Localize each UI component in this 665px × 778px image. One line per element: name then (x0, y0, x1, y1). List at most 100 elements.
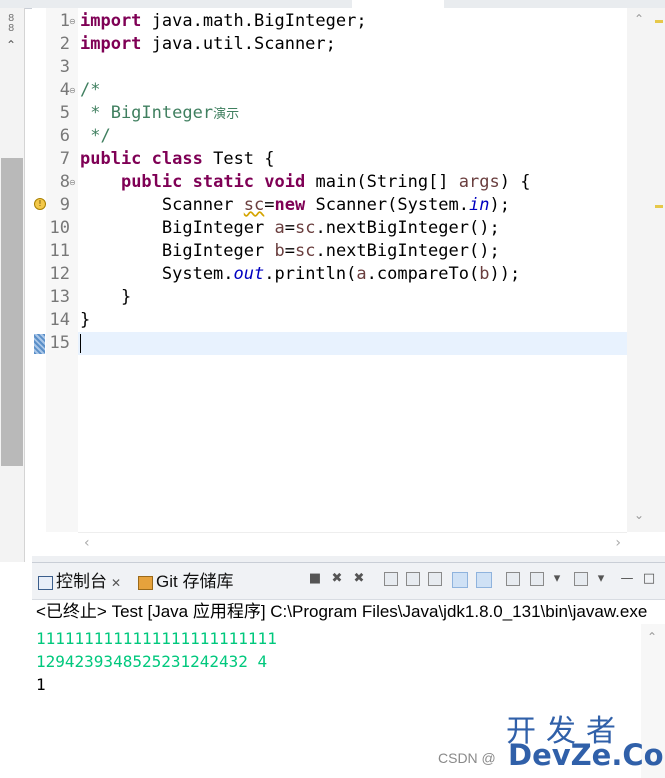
code-text: ) { (499, 172, 531, 192)
overview-mark[interactable] (655, 205, 663, 208)
console-input-line: 1294239348525231242432 4 (36, 652, 268, 671)
variable: b (274, 241, 285, 261)
code-text: .println( (264, 264, 357, 284)
line-number: 10 (49, 218, 70, 238)
code-line-2[interactable]: import java.util.Scanner; (80, 33, 336, 56)
line-number: 14 (49, 310, 70, 330)
line-number: 13 (49, 287, 70, 307)
restore-icon[interactable]: 88 (8, 14, 14, 34)
scroll-left-icon[interactable]: ‹ (84, 535, 90, 551)
minimize-icon[interactable]: — (620, 572, 634, 586)
word-wrap-icon[interactable] (428, 572, 442, 586)
code-line-13[interactable]: } (80, 286, 131, 309)
parameter: args (458, 172, 500, 192)
code-line-12[interactable]: System.out.println(a.compareTo(b)); (80, 263, 520, 286)
code-text: main(String[] (305, 172, 459, 192)
console-status-line: <已终止> Test [Java 应用程序] C:\Program Files\… (36, 602, 648, 621)
line-number: 15 (49, 333, 70, 353)
code-line-4[interactable]: /* (80, 79, 100, 102)
line-number: 12 (49, 264, 70, 284)
line-number: 1 (59, 11, 70, 31)
scroll-right-icon[interactable]: › (615, 535, 621, 551)
scroll-up-icon[interactable]: ⌃ (634, 12, 644, 26)
keyword: class (151, 149, 203, 169)
git-icon (138, 575, 153, 590)
show-on-stderr-icon[interactable] (476, 572, 492, 588)
line-number: 4 (59, 80, 70, 100)
keyword: public (80, 149, 142, 169)
code-text: )); (489, 264, 521, 284)
fold-toggle-icon[interactable]: ⊖ (69, 10, 76, 33)
pin-console-icon[interactable] (506, 572, 520, 586)
code-line-11[interactable]: BigInteger b=sc.nextBigInteger(); (80, 240, 500, 263)
tab-git-label: Git 存储库 (156, 572, 234, 591)
display-dropdown-icon[interactable]: ▾ (550, 572, 564, 586)
line-number: 11 (49, 241, 70, 261)
fold-toggle-icon[interactable]: ⊖ (69, 79, 76, 102)
remove-all-terminated-icon[interactable]: ✖ (352, 572, 366, 586)
chevron-up-icon[interactable]: ⌃ (6, 38, 16, 52)
code-line-9[interactable]: Scanner sc=new Scanner(System.in); (80, 194, 510, 217)
keyword: static (192, 172, 255, 192)
comment-text: * BigInteger (80, 103, 214, 123)
console-tab-bar: 控制台 ✕ Git 存储库 ■ ✖ ✖ ▾ ▾ — □ (32, 562, 665, 600)
code-line-6[interactable]: */ (80, 125, 110, 148)
open-console-dropdown-icon[interactable]: ▾ (594, 572, 608, 586)
variable: b (479, 264, 490, 284)
keyword: void (264, 172, 306, 192)
code-text: ); (489, 195, 510, 215)
code-line-8[interactable]: public static void main(String[] args) { (80, 171, 531, 194)
line-number: 2 (59, 34, 70, 54)
terminate-icon[interactable]: ■ (308, 572, 322, 586)
current-line-marker (34, 334, 45, 354)
open-console-icon[interactable] (574, 572, 588, 586)
variable-with-warning[interactable]: sc (244, 195, 264, 215)
code-line-1[interactable]: import java.math.BigInteger; (80, 10, 367, 33)
variable: sc (294, 218, 316, 238)
clear-console-icon[interactable] (384, 572, 398, 586)
line-number: 9 (59, 195, 70, 215)
code-line-10[interactable]: BigInteger a=sc.nextBigInteger(); (80, 217, 500, 240)
maximize-icon[interactable]: □ (642, 572, 656, 586)
tab-git-repositories[interactable]: Git 存储库 (138, 571, 233, 593)
console-output-line: 1 (36, 675, 46, 694)
keyword: import (80, 34, 142, 54)
scroll-lock-icon[interactable] (406, 572, 420, 586)
keyword: public (120, 172, 183, 192)
keyword: new (274, 195, 306, 215)
type-name: Scanner (161, 195, 244, 215)
watermark-site: DevZe.CoM (508, 738, 665, 772)
code-line-7[interactable]: public class Test { (80, 148, 275, 171)
code-line-5[interactable]: * BigInteger演示 (80, 102, 239, 125)
editor-horizontal-scrollbar[interactable]: ‹ › (78, 532, 627, 557)
display-console-icon[interactable] (530, 572, 544, 586)
variable: a (356, 264, 367, 284)
overview-mark[interactable] (655, 20, 663, 23)
code-text: java.math.BigInteger; (141, 11, 367, 31)
fold-toggle-icon[interactable]: ⊖ (69, 171, 76, 194)
code-text: .compareTo( (366, 264, 480, 284)
line-number: 5 (59, 103, 70, 123)
tab-console-label: 控制台 (56, 572, 107, 591)
line-number: 3 (59, 57, 70, 77)
warning-icon[interactable]: ! (34, 198, 46, 210)
active-editor-tab[interactable] (352, 0, 444, 8)
line-number: 6 (59, 126, 70, 146)
remove-launch-icon[interactable]: ✖ (330, 572, 344, 586)
scroll-down-icon[interactable]: ⌄ (634, 508, 644, 522)
scroll-up-icon[interactable]: ⌃ (647, 630, 657, 644)
close-icon[interactable]: ✕ (111, 576, 121, 590)
console-input-line: 1111111111111111111111111 (36, 629, 277, 648)
overview-ruler: ⌃ ⌄ (627, 8, 665, 532)
code-text: Test { (202, 149, 275, 169)
show-on-stdout-icon[interactable] (452, 572, 468, 588)
tab-console[interactable]: 控制台 ✕ (38, 571, 121, 593)
left-pane-scroll-thumb[interactable] (1, 158, 23, 466)
keyword: import (80, 11, 142, 31)
annotation-ruler (32, 8, 46, 532)
code-text: .nextBigInteger(); (315, 241, 500, 261)
code-line-14[interactable]: } (80, 309, 90, 332)
